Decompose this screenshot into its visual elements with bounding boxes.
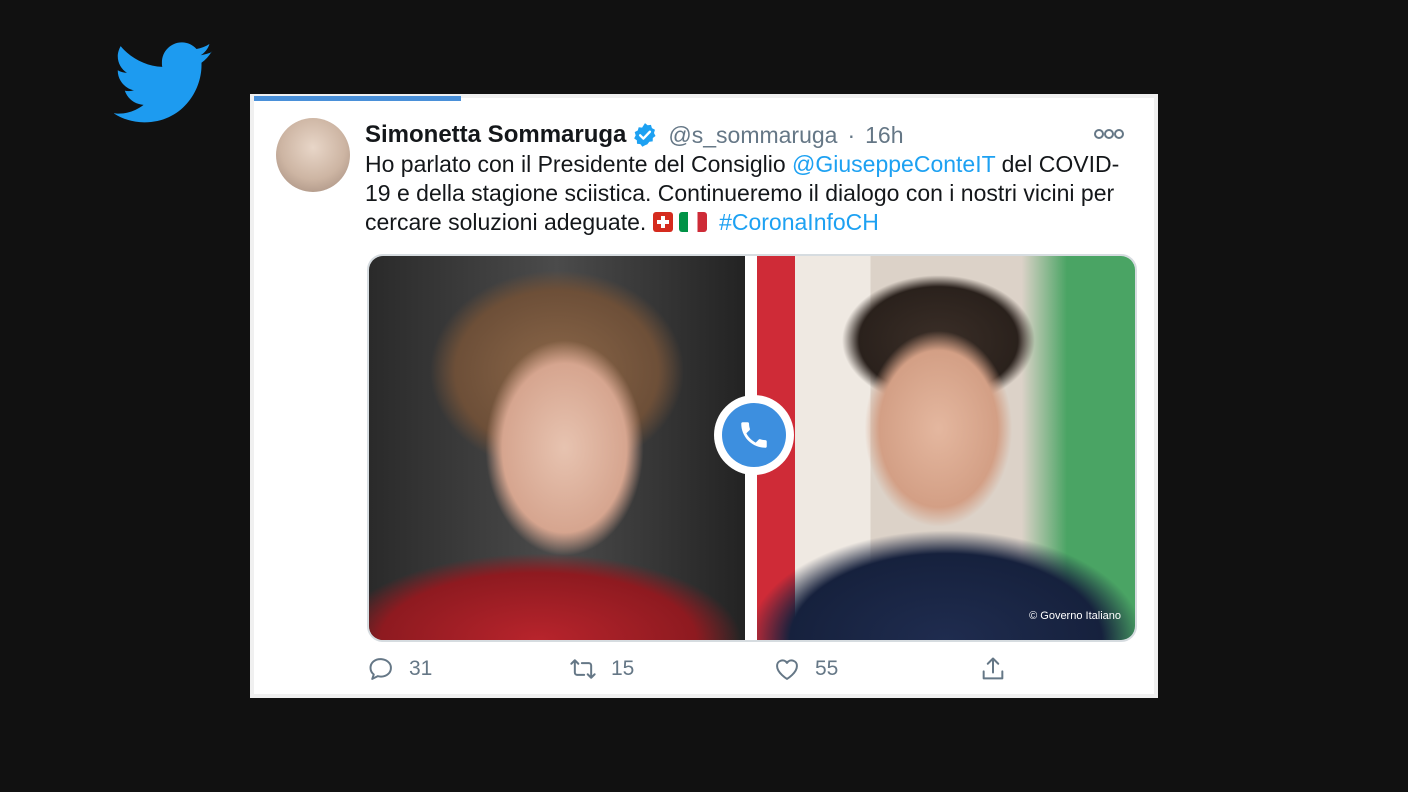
hashtag-link[interactable]: #CoronaInfoCH: [719, 209, 879, 235]
phone-call-badge: [714, 395, 794, 475]
tweet-card[interactable]: Simonetta Sommaruga @s_sommaruga · 16h H…: [250, 94, 1158, 698]
photo-credit: © Governo Italiano: [1029, 610, 1121, 622]
tweet-text: Ho parlato con il Presidente del Consigl…: [365, 150, 1135, 237]
twitter-bird-icon: [114, 42, 213, 123]
italian-flag-icon: [678, 212, 707, 232]
like-icon: [776, 659, 798, 680]
media-progress-bar: [254, 96, 461, 101]
swiss-flag-icon: [652, 212, 673, 232]
tweet-timestamp[interactable]: 16h: [865, 122, 903, 149]
retweet-count: 15: [611, 657, 635, 680]
retweet-icon: [570, 659, 596, 679]
like-button[interactable]: 55: [773, 652, 838, 686]
photo-left: [369, 256, 745, 640]
share-icon: [982, 657, 1004, 680]
verified-badge-icon: [634, 123, 656, 147]
reply-button[interactable]: 31: [367, 652, 432, 686]
reply-icon: [369, 658, 392, 680]
separator-dot: ·: [847, 121, 856, 148]
phone-icon: [741, 422, 767, 448]
photo-right: © Governo Italiano: [757, 256, 1135, 640]
tweet-text-part1: Ho parlato con il Presidente del Consigl…: [365, 151, 793, 177]
avatar[interactable]: [276, 118, 350, 192]
share-button[interactable]: [979, 652, 1007, 686]
like-count: 55: [815, 657, 839, 680]
retweet-button[interactable]: 15: [569, 652, 634, 686]
tweet-header: Simonetta Sommaruga @s_sommaruga · 16h: [365, 118, 1124, 152]
tweet-actions: 31 15 55: [367, 652, 1027, 686]
more-options-icon[interactable]: [1094, 124, 1124, 144]
reply-count: 31: [409, 657, 433, 680]
mention-link[interactable]: @GiuseppeConteIT: [792, 151, 995, 177]
author-handle[interactable]: @s_sommaruga: [668, 122, 837, 149]
author-name[interactable]: Simonetta Sommaruga: [365, 121, 626, 149]
